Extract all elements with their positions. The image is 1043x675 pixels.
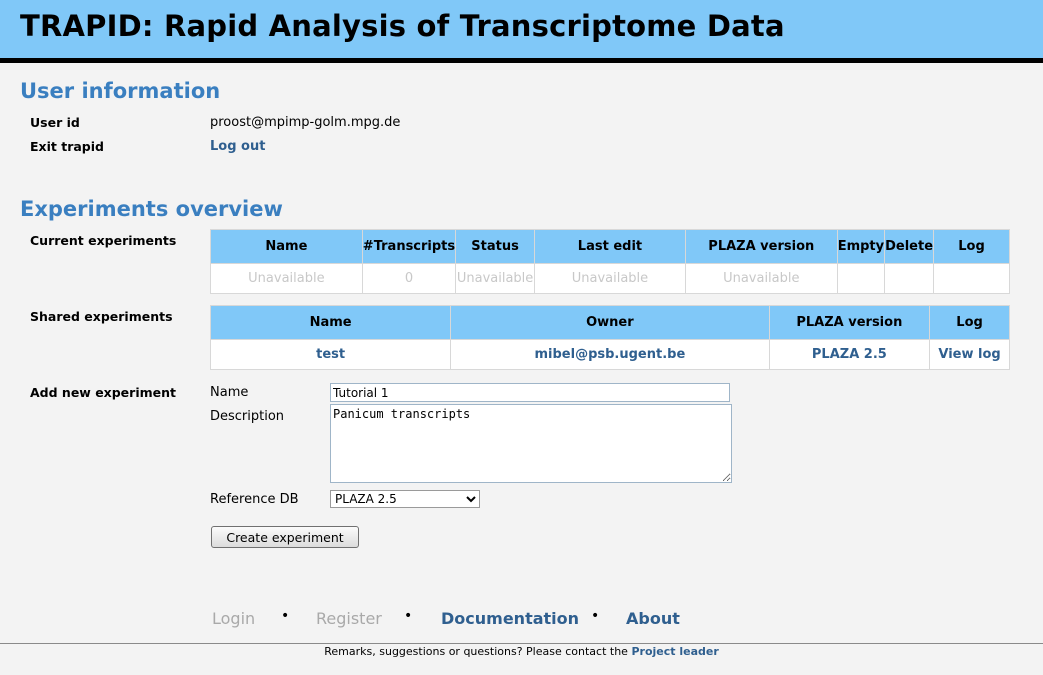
name-field-label: Name bbox=[210, 385, 249, 400]
column-header: PLAZA version bbox=[768, 305, 931, 340]
user-id-value: proost@mpimp-golm.mpg.de bbox=[210, 115, 401, 130]
table-row: Unavailable 0 Unavailable Unavailable Un… bbox=[210, 263, 1010, 294]
column-header: Last edit bbox=[534, 229, 686, 264]
current-experiments-table: Name #Transcripts Status Last edit PLAZA… bbox=[210, 229, 1010, 294]
footer-remarks-text: Remarks, suggestions or questions? Pleas… bbox=[324, 645, 632, 658]
register-link[interactable]: Register bbox=[316, 609, 382, 628]
footer-remarks: Remarks, suggestions or questions? Pleas… bbox=[0, 645, 1043, 658]
project-leader-link[interactable]: Project leader bbox=[631, 645, 718, 658]
table-cell bbox=[836, 263, 886, 294]
shared-experiment-name-link[interactable]: test bbox=[316, 347, 345, 362]
table-cell: 0 bbox=[361, 263, 457, 294]
nav-separator: • bbox=[281, 608, 290, 624]
table-cell: Unavailable bbox=[210, 263, 363, 294]
table-cell: View log bbox=[929, 339, 1010, 370]
app-title: TRAPID: Rapid Analysis of Transcriptome … bbox=[20, 9, 785, 43]
table-row: test mibel@psb.ugent.be PLAZA 2.5 View l… bbox=[209, 339, 1010, 370]
user-info-title: User information bbox=[20, 79, 221, 103]
table-cell bbox=[884, 263, 935, 294]
experiments-title: Experiments overview bbox=[20, 197, 283, 221]
table-cell bbox=[933, 263, 1010, 294]
table-header-row: Name Owner PLAZA version Log bbox=[209, 305, 1010, 340]
column-header: Name bbox=[209, 305, 452, 340]
add-experiment-label: Add new experiment bbox=[30, 385, 176, 400]
column-header: Delete bbox=[884, 229, 935, 264]
table-cell: Unavailable bbox=[684, 263, 838, 294]
user-id-label: User id bbox=[30, 115, 80, 130]
table-cell: Unavailable bbox=[455, 263, 536, 294]
nav-separator: • bbox=[591, 608, 600, 624]
experiment-description-textarea[interactable]: Panicum transcripts bbox=[330, 404, 732, 483]
column-header: #Transcripts bbox=[361, 229, 457, 264]
view-log-link[interactable]: View log bbox=[938, 347, 1000, 362]
current-experiments-label: Current experiments bbox=[30, 233, 177, 248]
column-header: Log bbox=[929, 305, 1010, 340]
exit-trapid-label: Exit trapid bbox=[30, 139, 104, 154]
nav-separator: • bbox=[404, 608, 413, 624]
column-header: Log bbox=[933, 229, 1010, 264]
shared-experiment-plaza-link[interactable]: PLAZA 2.5 bbox=[812, 347, 887, 362]
column-header: Name bbox=[210, 229, 363, 264]
footer-divider bbox=[0, 643, 1043, 644]
reference-db-label: Reference DB bbox=[210, 492, 299, 507]
documentation-link[interactable]: Documentation bbox=[441, 609, 579, 628]
page-header: TRAPID: Rapid Analysis of Transcriptome … bbox=[0, 0, 1043, 63]
table-cell: Unavailable bbox=[534, 263, 686, 294]
reference-db-select[interactable]: PLAZA 2.5 bbox=[330, 490, 480, 508]
table-cell: test bbox=[209, 339, 452, 370]
column-header: PLAZA version bbox=[684, 229, 838, 264]
description-field-label: Description bbox=[210, 409, 285, 424]
shared-experiments-table: Name Owner PLAZA version Log test mibel@… bbox=[209, 305, 1010, 370]
logout-link[interactable]: Log out bbox=[210, 139, 265, 154]
create-experiment-button[interactable]: Create experiment bbox=[211, 526, 359, 548]
column-header: Status bbox=[455, 229, 536, 264]
shared-experiments-label: Shared experiments bbox=[30, 309, 173, 324]
experiment-name-input[interactable] bbox=[330, 383, 730, 402]
shared-experiment-owner-link[interactable]: mibel@psb.ugent.be bbox=[535, 347, 686, 362]
table-cell: mibel@psb.ugent.be bbox=[450, 339, 770, 370]
about-link[interactable]: About bbox=[626, 609, 680, 628]
column-header: Empty bbox=[836, 229, 886, 264]
table-header-row: Name #Transcripts Status Last edit PLAZA… bbox=[210, 229, 1010, 264]
table-cell: PLAZA 2.5 bbox=[768, 339, 931, 370]
login-link[interactable]: Login bbox=[212, 609, 255, 628]
column-header: Owner bbox=[450, 305, 770, 340]
